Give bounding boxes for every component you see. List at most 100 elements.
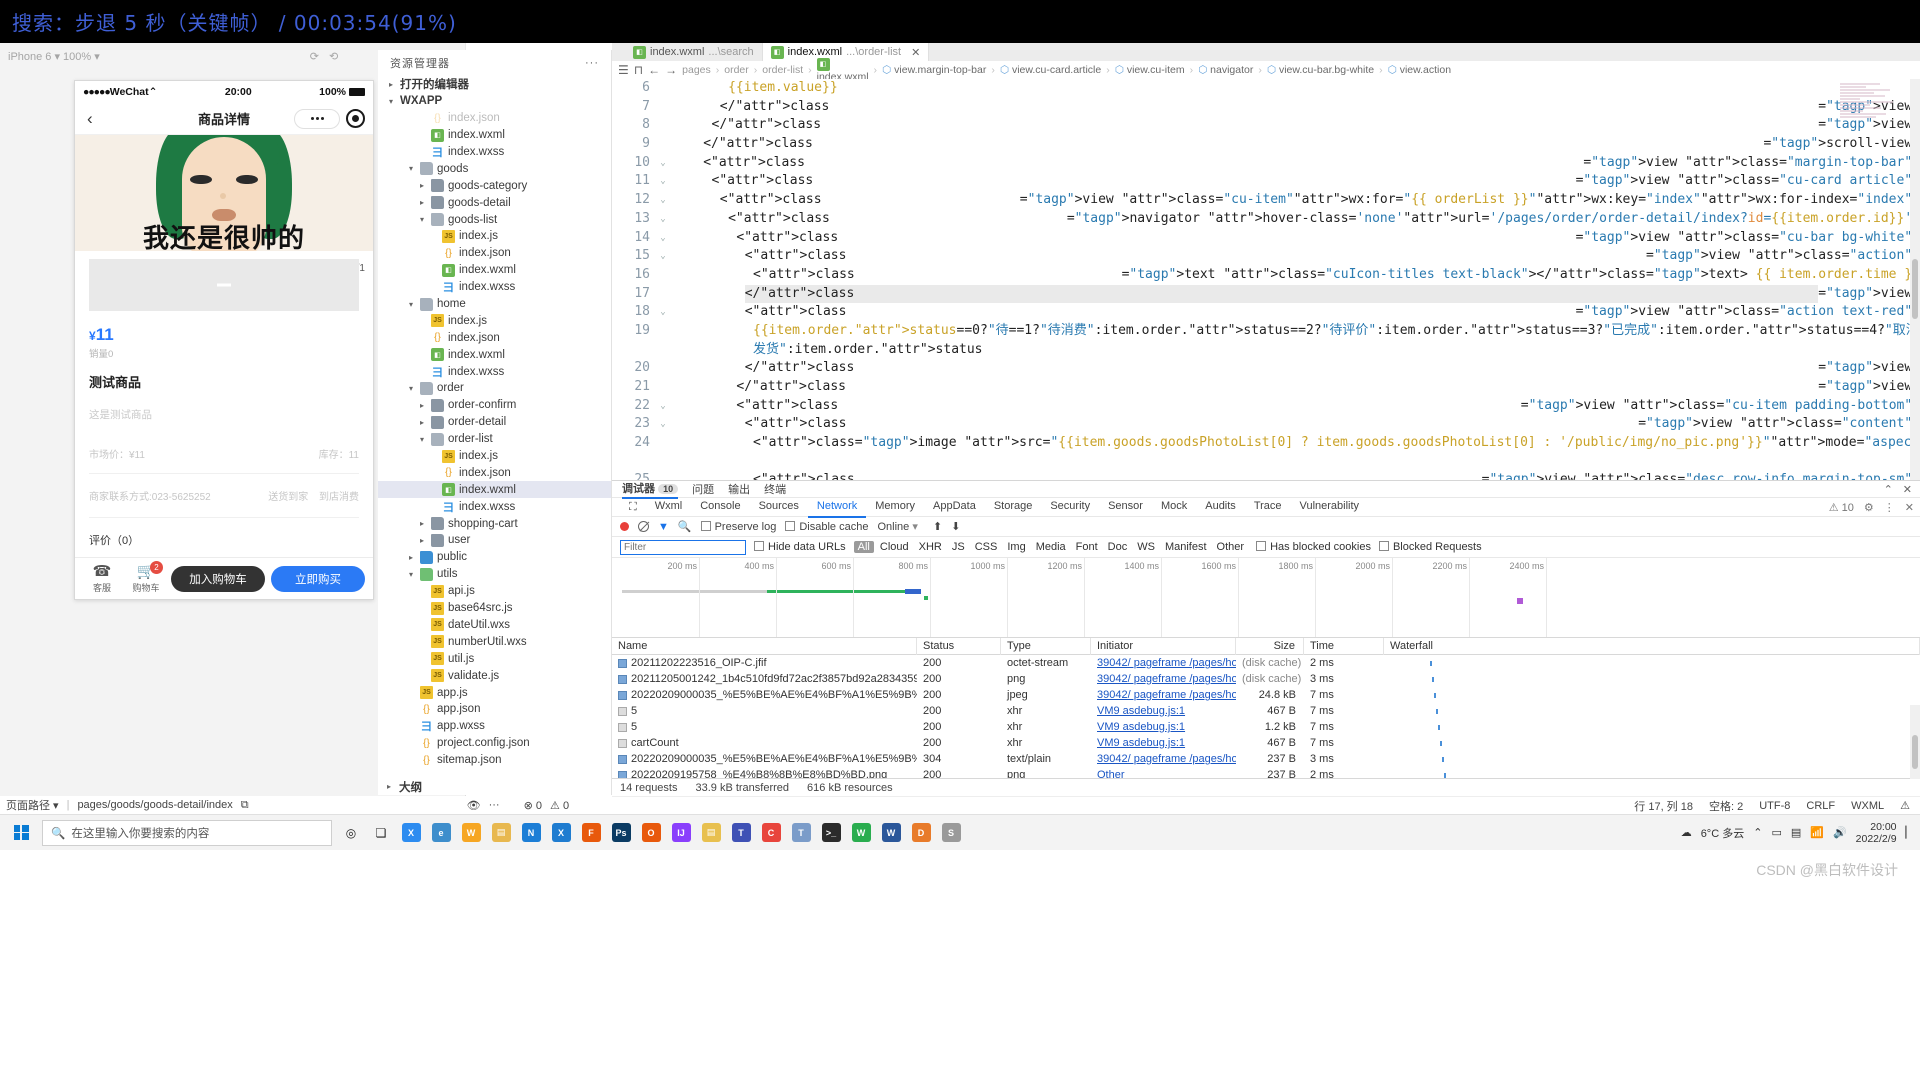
breadcrumb-part[interactable]: pages xyxy=(682,64,711,76)
twisty-icon[interactable]: ▸ xyxy=(417,181,427,190)
filter-type-js[interactable]: JS xyxy=(948,541,969,553)
network-tab-mock[interactable]: Mock xyxy=(1152,497,1196,518)
explorer-item[interactable]: ▾ goods-list xyxy=(378,211,611,228)
explorer-item[interactable]: {} sitemap.json xyxy=(378,752,611,769)
code-line[interactable]: 10 ⌄ <"attr">class = "tagp" >view "attr" >clas… xyxy=(612,154,1920,173)
bookmark-icon[interactable]: ⊓ xyxy=(634,63,643,77)
status-item[interactable]: CRLF xyxy=(1806,800,1835,812)
explorer-item[interactable]: ◧ index.wxml xyxy=(378,481,611,499)
twisty-icon[interactable]: ▾ xyxy=(417,435,427,444)
app-typora[interactable]: T xyxy=(786,816,816,850)
explorer-item[interactable]: ▾ utils xyxy=(378,566,611,583)
table-row[interactable]: 20220209000035_%E5%BE%AE%E4%BF%A1%E5%9B%… xyxy=(612,687,1920,703)
phone-content[interactable]: 我还是很帅的 1/1 ¥11 销量0 测试商品 这是测试商品 市场价：¥11 库… xyxy=(75,135,373,557)
explorer-item[interactable]: ▸ public xyxy=(378,549,611,566)
search-icon[interactable]: 🔍 xyxy=(678,520,692,533)
tray-icon-1[interactable]: ▭ xyxy=(1771,826,1781,839)
has-blocked-cookies-checkbox[interactable]: Has blocked cookies xyxy=(1256,541,1371,553)
network-tab-network[interactable]: Network xyxy=(807,497,867,518)
fold-icon[interactable]: ⌄ xyxy=(656,247,670,266)
code-line[interactable]: 16 <"attr">class = "tagp" >text "attr" >class… xyxy=(612,266,1920,285)
breadcrumb-part[interactable]: ⬡ view.cu-item xyxy=(1115,64,1185,76)
devtools-settings-icon[interactable]: ⚙ xyxy=(1864,501,1874,514)
request-initiator[interactable]: 39042/ pageframe /pages/ho... xyxy=(1097,689,1236,701)
explorer-item[interactable]: ▸ order-detail xyxy=(378,414,611,431)
explorer-tree[interactable]: {} index.json ◧ index.wxml 彐 index.wxss ▾ goods… xyxy=(378,110,611,769)
filter-type-img[interactable]: Img xyxy=(1003,541,1029,553)
wechat-simulator[interactable]: ●●●●●WeChat⌃ 20:00 100% ‹ 商品详情 我还是很帅的 ¥1… xyxy=(74,80,374,600)
app-chrome[interactable]: C xyxy=(756,816,786,850)
code-line[interactable]: 15 ⌄ <"attr">class = "tagp" >view "attr" >clas… xyxy=(612,247,1920,266)
table-row[interactable]: 20220209000035_%E5%BE%AE%E4%BF%A1%E5%9B%… xyxy=(612,751,1920,767)
app-wechat[interactable]: W xyxy=(846,816,876,850)
back-arrow-icon[interactable]: ‹ xyxy=(87,109,93,129)
network-tab-memory[interactable]: Memory xyxy=(866,497,924,518)
filter-type-cloud[interactable]: Cloud xyxy=(876,541,913,553)
fold-icon[interactable]: ⌄ xyxy=(656,210,670,229)
breadcrumb-part[interactable]: order-list xyxy=(762,64,803,76)
breadcrumb-part[interactable]: order xyxy=(724,64,749,76)
network-controls[interactable]: ▼ 🔍 Preserve log Disable cache Online ▾ … xyxy=(612,517,1920,537)
fold-icon[interactable]: ⌄ xyxy=(656,415,670,434)
code-line[interactable]: 13 ⌄ <"attr">class = "tagp" >navigator "attr"… xyxy=(612,210,1920,229)
code-line[interactable]: 18 ⌄ <"attr">class = "tagp" >view "attr" >clas… xyxy=(612,303,1920,322)
cortana-icon[interactable]: ◎ xyxy=(336,816,366,850)
status-item[interactable]: UTF-8 xyxy=(1759,800,1790,812)
explorer-item[interactable]: ▾ home xyxy=(378,296,611,313)
code-line[interactable]: 20 </"attr">class = "tagp" >view> xyxy=(612,359,1920,378)
column-header[interactable]: Name xyxy=(612,637,917,655)
network-table-scrollbar[interactable] xyxy=(1910,705,1920,779)
target-icon[interactable] xyxy=(346,109,365,128)
more-dots-icon[interactable] xyxy=(294,108,340,129)
explorer-item[interactable]: JS base64src.js xyxy=(378,600,611,617)
twisty-icon[interactable]: ▾ xyxy=(406,164,416,173)
project-root-row[interactable]: ▾ WXAPP xyxy=(378,93,611,110)
network-tab-appdata[interactable]: AppData xyxy=(924,497,985,518)
explorer-item[interactable]: {} app.json xyxy=(378,701,611,718)
file-explorer[interactable]: 资源管理器 ··· ▸ 打开的编辑器 ▾ WXAPP {} index.json ◧… xyxy=(378,50,612,795)
explorer-item[interactable]: JS numberUtil.wxs xyxy=(378,633,611,650)
network-tab-audits[interactable]: Audits xyxy=(1196,497,1245,518)
explorer-item[interactable]: JS index.js xyxy=(378,312,611,329)
explorer-item[interactable]: JS index.js xyxy=(378,448,611,465)
network-tabs[interactable]: ⛶ Wxml Console Sources Network Memory AppData… xyxy=(612,497,1920,518)
explorer-item[interactable]: JS dateUtil.wxs xyxy=(378,617,611,634)
app-vscode-insiders[interactable]: X xyxy=(396,816,426,850)
filter-type-other[interactable]: Other xyxy=(1213,541,1249,553)
code-line[interactable]: 19 {{item.order."attr">status==0?"待发货":it… xyxy=(612,322,1920,359)
status-item[interactable]: ⚠ xyxy=(1900,799,1910,812)
app-vscode[interactable]: X xyxy=(546,816,576,850)
breadcrumb[interactable]: ☰ ⊓ ← → pages › order › order-list › ◧ index.w… xyxy=(612,57,1920,83)
explorer-item[interactable]: ◧ index.wxml xyxy=(378,346,611,363)
filter-type-ws[interactable]: WS xyxy=(1133,541,1159,553)
explorer-item[interactable]: ▸ user xyxy=(378,532,611,549)
page-path-status-bar[interactable]: 页面路径 ▾ | pages/goods/goods-detail/index … xyxy=(0,796,612,814)
network-tab-vulnerability[interactable]: Vulnerability xyxy=(1291,497,1369,518)
twisty-icon[interactable]: ▸ xyxy=(417,418,427,427)
column-header[interactable]: Time xyxy=(1304,637,1384,655)
devtools-panel-tab[interactable]: 输出 xyxy=(728,481,750,497)
app-terminal[interactable]: >_ xyxy=(816,816,846,850)
filter-type-media[interactable]: Media xyxy=(1032,541,1070,553)
editor-minimap[interactable] xyxy=(1840,83,1906,213)
devtools-inspect-icon[interactable]: ⛶ xyxy=(620,498,646,517)
explorer-item[interactable]: ▾ order-list xyxy=(378,431,611,448)
explorer-more-icon[interactable]: ··· xyxy=(585,57,599,69)
filter-type-xhr[interactable]: XHR xyxy=(915,541,946,553)
explorer-item[interactable]: ◧ index.wxml xyxy=(378,127,611,144)
network-tab-trace[interactable]: Trace xyxy=(1245,497,1291,518)
comment-count[interactable]: 评价（0） xyxy=(89,532,373,548)
explorer-item[interactable]: JS app.js xyxy=(378,684,611,701)
explorer-item[interactable]: JS index.js xyxy=(378,228,611,245)
explorer-item[interactable]: ▸ shopping-cart xyxy=(378,515,611,532)
app-idea[interactable]: IJ xyxy=(666,816,696,850)
weather-icon[interactable]: ☁ xyxy=(1681,826,1692,839)
app-explorer[interactable]: ▤ xyxy=(696,816,726,850)
twisty-icon[interactable]: ▸ xyxy=(417,519,427,528)
app-office[interactable]: O xyxy=(636,816,666,850)
explorer-item[interactable]: {} index.json xyxy=(378,329,611,346)
twisty-icon[interactable]: ▾ xyxy=(406,384,416,393)
filter-type-css[interactable]: CSS xyxy=(971,541,1002,553)
app-folder[interactable]: ▤ xyxy=(486,816,516,850)
copy-icon[interactable]: ⧉ xyxy=(241,799,249,812)
